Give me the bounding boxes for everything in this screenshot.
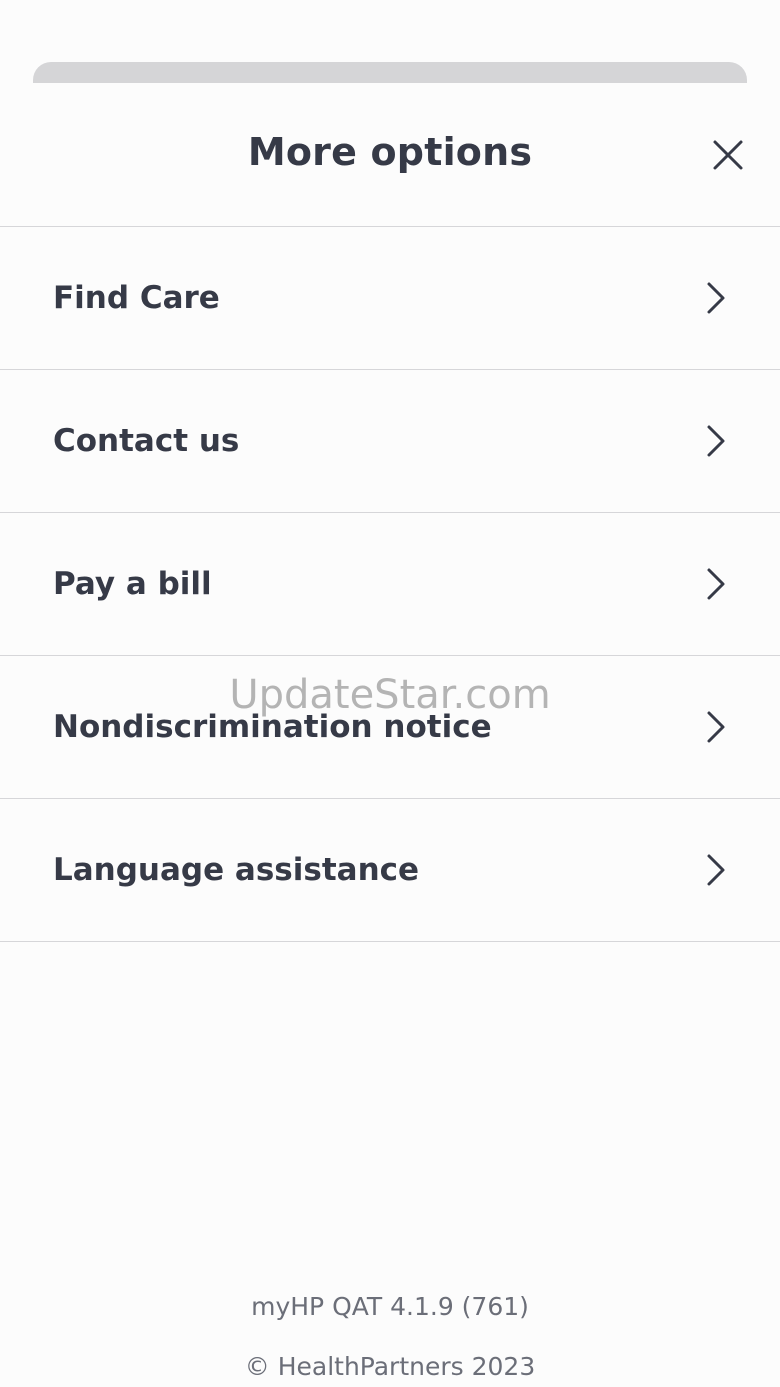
menu-item-label: Language assistance — [53, 852, 420, 888]
menu-item-label: Find Care — [53, 280, 220, 316]
menu-item-pay-a-bill[interactable]: Pay a bill — [0, 513, 780, 656]
page-title: More options — [247, 130, 533, 174]
options-list: Find Care Contact us Pay a bill Nondiscr… — [0, 227, 780, 942]
menu-item-label: Pay a bill — [53, 566, 212, 602]
chevron-right-icon — [707, 711, 725, 743]
menu-item-nondiscrimination-notice[interactable]: Nondiscrimination notice — [0, 656, 780, 799]
more-options-sheet: More options Find Care Contact us Pay a … — [0, 83, 780, 1387]
app-version: myHP QAT 4.1.9 (761) — [251, 1292, 529, 1321]
menu-item-language-assistance[interactable]: Language assistance — [0, 799, 780, 942]
chevron-right-icon — [707, 282, 725, 314]
menu-item-find-care[interactable]: Find Care — [0, 227, 780, 370]
menu-item-contact-us[interactable]: Contact us — [0, 370, 780, 513]
sheet-header: More options — [0, 83, 780, 227]
copyright-text: © HealthPartners 2023 — [244, 1352, 536, 1381]
chevron-right-icon — [707, 568, 725, 600]
chevron-right-icon — [707, 854, 725, 886]
menu-item-label: Contact us — [53, 423, 240, 459]
close-button[interactable] — [706, 133, 750, 177]
close-icon — [713, 140, 743, 170]
chevron-right-icon — [707, 425, 725, 457]
menu-item-label: Nondiscrimination notice — [53, 709, 492, 745]
